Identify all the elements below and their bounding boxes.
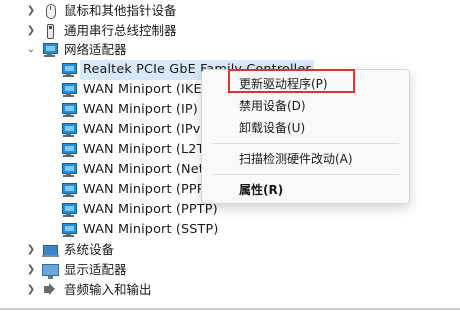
network-adapter-icon [60,62,78,78]
chevron-right-icon[interactable]: ❯ [24,21,38,41]
network-adapter-icon [60,122,78,138]
category-label: 系统设备 [64,242,115,257]
device-wan-ikev2[interactable]: WAN Miniport (IKEv2) [60,80,223,100]
category-mice[interactable]: ❯ 鼠标和其他指针设备 [24,1,177,21]
network-adapter-icon [41,42,59,58]
category-display-adapters[interactable]: ❯ 显示适配器 [24,260,127,280]
menu-separator [212,174,399,175]
category-label: 音频输入和输出 [64,282,152,297]
network-adapter-icon [60,82,78,98]
audio-icon [41,282,59,298]
network-adapter-icon [60,182,78,198]
menu-item-update-driver[interactable]: 更新驱动程序(P) [239,74,328,94]
device-wan-pptp[interactable]: WAN Miniport (PPTP) [60,200,218,220]
device-label: WAN Miniport (SSTP) [83,222,219,237]
network-adapter-icon [60,222,78,238]
device-label: WAN Miniport (IP) [83,102,198,117]
category-label: 显示适配器 [64,262,127,277]
network-adapter-icon [60,102,78,118]
device-wan-l2tp[interactable]: WAN Miniport (L2TP) [60,140,218,160]
menu-item-uninstall-device[interactable]: 卸载设备(U) [239,118,305,138]
device-wan-sstp[interactable]: WAN Miniport (SSTP) [60,220,219,240]
menu-separator [212,143,399,144]
usb-icon [41,23,59,39]
network-adapter-icon [60,162,78,178]
device-wan-ipv6[interactable]: WAN Miniport (IPv6) [60,120,214,140]
device-label: WAN Miniport (IPv6) [83,122,214,137]
device-wan-ip[interactable]: WAN Miniport (IP) [60,100,198,120]
network-adapter-icon [60,142,78,158]
mouse-icon [41,3,59,19]
category-label: 网络适配器 [64,42,127,57]
chevron-right-icon[interactable]: ❯ [24,260,38,280]
chevron-right-icon[interactable]: ❯ [24,280,38,300]
chevron-right-icon[interactable]: ❯ [24,240,38,260]
category-label: 通用串行总线控制器 [64,23,177,38]
menu-item-disable-device[interactable]: 禁用设备(D) [239,96,306,116]
category-label: 鼠标和其他指针设备 [64,3,177,18]
category-system-devices[interactable]: ❯ 系统设备 [24,240,114,260]
context-menu: 更新驱动程序(P) 禁用设备(D) 卸载设备(U) 扫描检测硬件改动(A) 属性… [201,69,410,204]
chevron-right-icon[interactable]: ❯ [24,1,38,21]
category-network-adapters[interactable]: ⌄ 网络适配器 [24,40,127,60]
menu-item-scan-hardware[interactable]: 扫描检测硬件改动(A) [239,149,353,169]
network-adapter-icon [60,202,78,218]
device-label: WAN Miniport (PPTP) [83,202,218,217]
system-device-icon [41,242,59,258]
category-usb[interactable]: ❯ 通用串行总线控制器 [24,21,177,41]
category-audio[interactable]: ❯ 音频输入和输出 [24,280,152,300]
device-label: WAN Miniport (L2TP) [83,142,218,157]
divider [0,308,460,310]
chevron-down-icon[interactable]: ⌄ [24,40,38,60]
menu-item-properties[interactable]: 属性(R) [239,180,283,200]
display-adapter-icon [41,262,59,279]
